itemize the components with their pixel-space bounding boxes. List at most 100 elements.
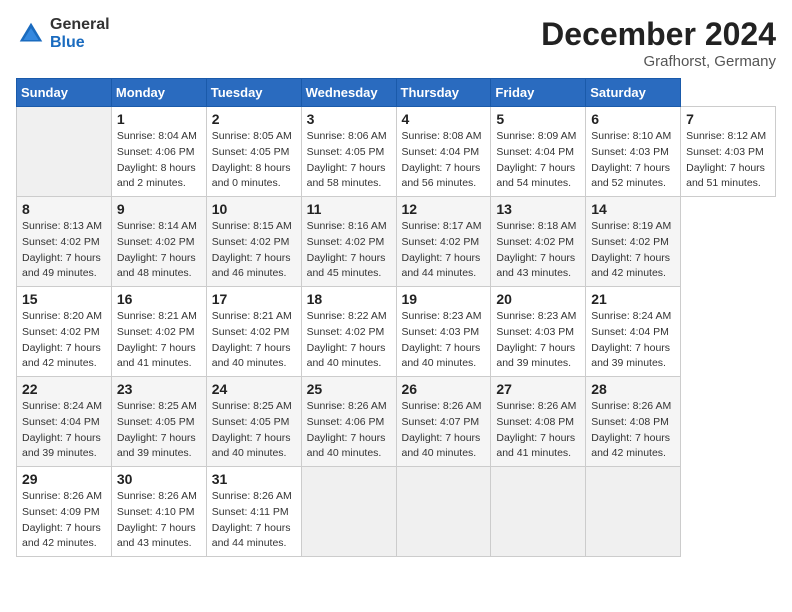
calendar-week-row: 15Sunrise: 8:20 AMSunset: 4:02 PMDayligh…: [17, 287, 776, 377]
day-info: Sunrise: 8:18 AMSunset: 4:02 PMDaylight:…: [496, 219, 580, 282]
day-number: 14: [591, 201, 675, 217]
day-number: 30: [117, 471, 201, 487]
day-info: Sunrise: 8:24 AMSunset: 4:04 PMDaylight:…: [22, 399, 106, 462]
day-number: 9: [117, 201, 201, 217]
day-number: 10: [212, 201, 296, 217]
calendar-cell: 22 Sunrise: 8:24 AMSunset: 4:04 PMDayligh…: [17, 377, 112, 467]
day-info: Sunrise: 8:26 AMSunset: 4:11 PMDaylight:…: [212, 489, 296, 552]
day-number: 29: [22, 471, 106, 487]
day-number: 4: [402, 111, 486, 127]
day-info: Sunrise: 8:21 AMSunset: 4:02 PMDaylight:…: [117, 309, 201, 372]
calendar-cell: 27 Sunrise: 8:26 AMSunset: 4:08 PMDayligh…: [491, 377, 586, 467]
calendar-cell: 4 Sunrise: 8:08 AMSunset: 4:04 PMDaylight…: [396, 107, 491, 197]
day-number: 19: [402, 291, 486, 307]
day-number: 16: [117, 291, 201, 307]
day-info: Sunrise: 8:05 AMSunset: 4:05 PMDaylight:…: [212, 129, 296, 192]
day-info: Sunrise: 8:16 AMSunset: 4:02 PMDaylight:…: [307, 219, 391, 282]
day-info: Sunrise: 8:06 AMSunset: 4:05 PMDaylight:…: [307, 129, 391, 192]
days-of-week-row: SundayMondayTuesdayWednesdayThursdayFrid…: [17, 79, 776, 107]
title-block: December 2024 Grafhorst, Germany: [541, 16, 776, 70]
day-info: Sunrise: 8:15 AMSunset: 4:02 PMDaylight:…: [212, 219, 296, 282]
calendar-cell: 28 Sunrise: 8:26 AMSunset: 4:08 PMDayligh…: [586, 377, 681, 467]
day-number: 28: [591, 381, 675, 397]
day-info: Sunrise: 8:24 AMSunset: 4:04 PMDaylight:…: [591, 309, 675, 372]
day-info: Sunrise: 8:08 AMSunset: 4:04 PMDaylight:…: [402, 129, 486, 192]
calendar-week-row: 22 Sunrise: 8:24 AMSunset: 4:04 PMDayligh…: [17, 377, 776, 467]
calendar-cell: 30 Sunrise: 8:26 AMSunset: 4:10 PMDayligh…: [111, 467, 206, 557]
day-info: Sunrise: 8:26 AMSunset: 4:08 PMDaylight:…: [496, 399, 580, 462]
day-of-week-header: Friday: [491, 79, 586, 107]
day-number: 5: [496, 111, 580, 127]
logo-general: General: [50, 16, 110, 34]
calendar-cell: [491, 467, 586, 557]
calendar-week-row: 29 Sunrise: 8:26 AMSunset: 4:09 PMDayligh…: [17, 467, 776, 557]
logo-text: General Blue: [50, 16, 110, 51]
page-header: General Blue December 2024 Grafhorst, Ge…: [16, 16, 776, 70]
calendar-cell: 20 Sunrise: 8:23 AMSunset: 4:03 PMDayligh…: [491, 287, 586, 377]
day-number: 13: [496, 201, 580, 217]
calendar-cell: 26Sunrise: 8:26 AMSunset: 4:07 PMDayligh…: [396, 377, 491, 467]
calendar-cell: 25 Sunrise: 8:26 AMSunset: 4:06 PMDayligh…: [301, 377, 396, 467]
calendar-header: SundayMondayTuesdayWednesdayThursdayFrid…: [17, 79, 776, 107]
day-info: Sunrise: 8:09 AMSunset: 4:04 PMDaylight:…: [496, 129, 580, 192]
calendar-cell: 7Sunrise: 8:12 AMSunset: 4:03 PMDaylight…: [681, 107, 776, 197]
day-info: Sunrise: 8:23 AMSunset: 4:03 PMDaylight:…: [402, 309, 486, 372]
day-number: 21: [591, 291, 675, 307]
day-info: Sunrise: 8:25 AMSunset: 4:05 PMDaylight:…: [212, 399, 296, 462]
calendar-cell: 16 Sunrise: 8:21 AMSunset: 4:02 PMDayligh…: [111, 287, 206, 377]
calendar-cell: 23Sunrise: 8:25 AMSunset: 4:05 PMDayligh…: [111, 377, 206, 467]
calendar-cell: 14Sunrise: 8:19 AMSunset: 4:02 PMDayligh…: [586, 197, 681, 287]
calendar-table: SundayMondayTuesdayWednesdayThursdayFrid…: [16, 78, 776, 557]
day-number: 3: [307, 111, 391, 127]
day-of-week-header: Thursday: [396, 79, 491, 107]
day-number: 17: [212, 291, 296, 307]
day-number: 15: [22, 291, 106, 307]
calendar-cell: 15Sunrise: 8:20 AMSunset: 4:02 PMDayligh…: [17, 287, 112, 377]
day-number: 27: [496, 381, 580, 397]
day-info: Sunrise: 8:26 AMSunset: 4:06 PMDaylight:…: [307, 399, 391, 462]
calendar-cell: 17Sunrise: 8:21 AMSunset: 4:02 PMDayligh…: [206, 287, 301, 377]
logo-blue: Blue: [50, 34, 110, 52]
day-number: 31: [212, 471, 296, 487]
day-number: 8: [22, 201, 106, 217]
calendar-cell: 10 Sunrise: 8:15 AMSunset: 4:02 PMDayligh…: [206, 197, 301, 287]
day-number: 1: [117, 111, 201, 127]
calendar-cell: 13 Sunrise: 8:18 AMSunset: 4:02 PMDayligh…: [491, 197, 586, 287]
calendar-week-row: 8Sunrise: 8:13 AMSunset: 4:02 PMDaylight…: [17, 197, 776, 287]
calendar-cell: [396, 467, 491, 557]
logo: General Blue: [16, 16, 110, 51]
calendar-cell: 3 Sunrise: 8:06 AMSunset: 4:05 PMDaylight…: [301, 107, 396, 197]
day-info: Sunrise: 8:04 AMSunset: 4:06 PMDaylight:…: [117, 129, 201, 192]
day-info: Sunrise: 8:25 AMSunset: 4:05 PMDaylight:…: [117, 399, 201, 462]
calendar-cell: [301, 467, 396, 557]
day-info: Sunrise: 8:12 AMSunset: 4:03 PMDaylight:…: [686, 129, 770, 192]
day-number: 25: [307, 381, 391, 397]
day-number: 12: [402, 201, 486, 217]
day-info: Sunrise: 8:26 AMSunset: 4:10 PMDaylight:…: [117, 489, 201, 552]
calendar-cell: 2Sunrise: 8:05 AMSunset: 4:05 PMDaylight…: [206, 107, 301, 197]
calendar-cell: 21 Sunrise: 8:24 AMSunset: 4:04 PMDayligh…: [586, 287, 681, 377]
day-number: 20: [496, 291, 580, 307]
calendar-cell: 6 Sunrise: 8:10 AMSunset: 4:03 PMDaylight…: [586, 107, 681, 197]
location: Grafhorst, Germany: [541, 53, 776, 70]
day-info: Sunrise: 8:17 AMSunset: 4:02 PMDaylight:…: [402, 219, 486, 282]
calendar-cell: [586, 467, 681, 557]
day-number: 6: [591, 111, 675, 127]
day-info: Sunrise: 8:26 AMSunset: 4:09 PMDaylight:…: [22, 489, 106, 552]
day-of-week-header: Tuesday: [206, 79, 301, 107]
calendar-cell: [17, 107, 112, 197]
calendar-cell: 19 Sunrise: 8:23 AMSunset: 4:03 PMDayligh…: [396, 287, 491, 377]
day-info: Sunrise: 8:26 AMSunset: 4:08 PMDaylight:…: [591, 399, 675, 462]
day-number: 22: [22, 381, 106, 397]
calendar-cell: 1 Sunrise: 8:04 AMSunset: 4:06 PMDaylight…: [111, 107, 206, 197]
calendar-cell: 31 Sunrise: 8:26 AMSunset: 4:11 PMDayligh…: [206, 467, 301, 557]
calendar-week-row: 1 Sunrise: 8:04 AMSunset: 4:06 PMDaylight…: [17, 107, 776, 197]
calendar-cell: 24Sunrise: 8:25 AMSunset: 4:05 PMDayligh…: [206, 377, 301, 467]
calendar-cell: 5 Sunrise: 8:09 AMSunset: 4:04 PMDaylight…: [491, 107, 586, 197]
calendar-body: 1 Sunrise: 8:04 AMSunset: 4:06 PMDaylight…: [17, 107, 776, 557]
day-info: Sunrise: 8:23 AMSunset: 4:03 PMDaylight:…: [496, 309, 580, 372]
day-of-week-header: Wednesday: [301, 79, 396, 107]
day-info: Sunrise: 8:10 AMSunset: 4:03 PMDaylight:…: [591, 129, 675, 192]
day-of-week-header: Monday: [111, 79, 206, 107]
calendar-cell: 9Sunrise: 8:14 AMSunset: 4:02 PMDaylight…: [111, 197, 206, 287]
